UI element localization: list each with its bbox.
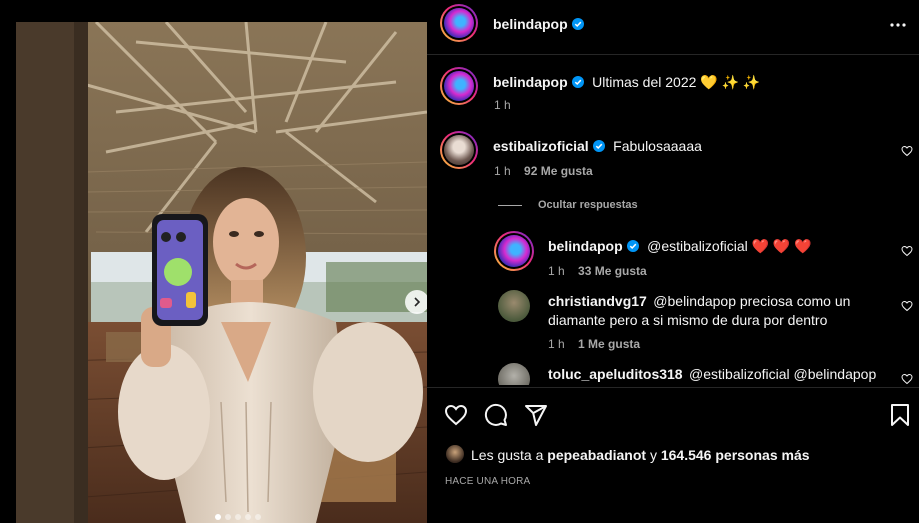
reply-likes[interactable]: 33 Me gusta [578, 264, 647, 278]
likes-joiner: y [649, 447, 657, 463]
reply-text: @estibalizoficial ❤️ ❤️ ❤️ [647, 238, 812, 254]
comment-bubble-icon[interactable] [484, 403, 508, 427]
reply-time[interactable]: 1 h [548, 337, 565, 351]
carousel-dot [255, 514, 261, 520]
reply-username[interactable]: christiandvg17 [548, 293, 647, 309]
carousel-dot [225, 514, 231, 520]
like-heart-icon[interactable] [444, 403, 468, 427]
reply: toluc_apeluditos318 @estibalizoficial @b… [548, 366, 876, 384]
more-horizontal-icon[interactable] [889, 16, 907, 34]
likes-summary: Les gusta a pepeabadianot y 164.546 pers… [471, 447, 810, 463]
instagram-post-modal: belindapop belindapop Ultimas del 2022 💛… [0, 0, 919, 523]
chevron-right-icon [414, 297, 421, 307]
comment-meta: 1 h 92 Me gusta [494, 164, 593, 178]
carousel-dot [235, 514, 241, 520]
verified-badge-icon [571, 18, 584, 30]
like-comment-heart-icon[interactable] [901, 145, 913, 157]
comment-avatar[interactable] [440, 131, 478, 169]
carousel-indicator [215, 514, 261, 520]
liker-avatar[interactable] [446, 445, 464, 463]
reply-avatar[interactable] [498, 290, 530, 322]
caption-text: Ultimas del 2022 💛 ✨ ✨ [592, 74, 761, 90]
reply: belindapop @estibalizoficial ❤️ ❤️ ❤️ [548, 238, 812, 256]
caption-time[interactable]: 1 h [494, 98, 511, 112]
hide-replies-button[interactable]: Ocultar respuestas [538, 199, 638, 211]
actions-divider [427, 387, 919, 388]
carousel-next-button[interactable] [405, 290, 427, 314]
liker-username[interactable]: pepeabadianot [547, 447, 646, 463]
comment-time[interactable]: 1 h [494, 164, 511, 178]
reply-meta: 1 h 1 Me gusta [548, 337, 640, 351]
replies-line [498, 205, 522, 206]
reply-username[interactable]: belindapop [548, 238, 623, 254]
caption-author-avatar[interactable] [440, 67, 478, 105]
comment-likes[interactable]: 92 Me gusta [524, 164, 593, 178]
reply-avatar[interactable] [498, 363, 530, 385]
post-side-panel: belindapop belindapop Ultimas del 2022 💛… [427, 0, 919, 523]
reply-likes[interactable]: 1 Me gusta [578, 337, 640, 351]
likes-count[interactable]: 164.546 personas más [661, 447, 810, 463]
comment: estibalizoficial Fabulosaaaaa [493, 138, 702, 156]
like-reply-heart-icon[interactable] [901, 245, 913, 257]
reply-text: @estibalizoficial @belindapop [689, 366, 877, 382]
reply-meta: 1 h 33 Me gusta [548, 264, 647, 278]
verified-badge-icon [626, 240, 639, 252]
carousel-dot [215, 514, 221, 520]
share-paper-plane-icon[interactable] [524, 403, 548, 427]
caption: belindapop Ultimas del 2022 💛 ✨ ✨ [493, 74, 903, 92]
post-media[interactable] [16, 22, 427, 523]
comment-username[interactable]: estibalizoficial [493, 138, 589, 154]
reply-clipped: toluc_apeluditos318 @estibalizoficial @b… [427, 360, 919, 385]
like-reply-heart-icon[interactable] [901, 300, 913, 312]
like-reply-heart-icon[interactable] [901, 373, 913, 385]
likes-prefix: Les gusta a [471, 447, 544, 463]
post-header: belindapop [427, 0, 919, 55]
reply-username[interactable]: toluc_apeluditos318 [548, 366, 683, 382]
header-username[interactable]: belindapop [493, 16, 568, 32]
reply: christiandvg17 @belindapop preciosa como… [548, 292, 878, 330]
comment-text: Fabulosaaaaa [613, 138, 702, 154]
reply-time[interactable]: 1 h [548, 264, 565, 278]
carousel-dot [245, 514, 251, 520]
reply-avatar[interactable] [494, 231, 534, 271]
post-timestamp[interactable]: HACE UNA HORA [445, 476, 530, 487]
verified-badge-icon [592, 140, 605, 152]
verified-badge-icon [571, 76, 584, 88]
header-author: belindapop [493, 16, 584, 34]
caption-username[interactable]: belindapop [493, 74, 568, 90]
save-bookmark-icon[interactable] [889, 403, 911, 427]
author-avatar[interactable] [440, 4, 478, 42]
post-photo [16, 22, 427, 523]
